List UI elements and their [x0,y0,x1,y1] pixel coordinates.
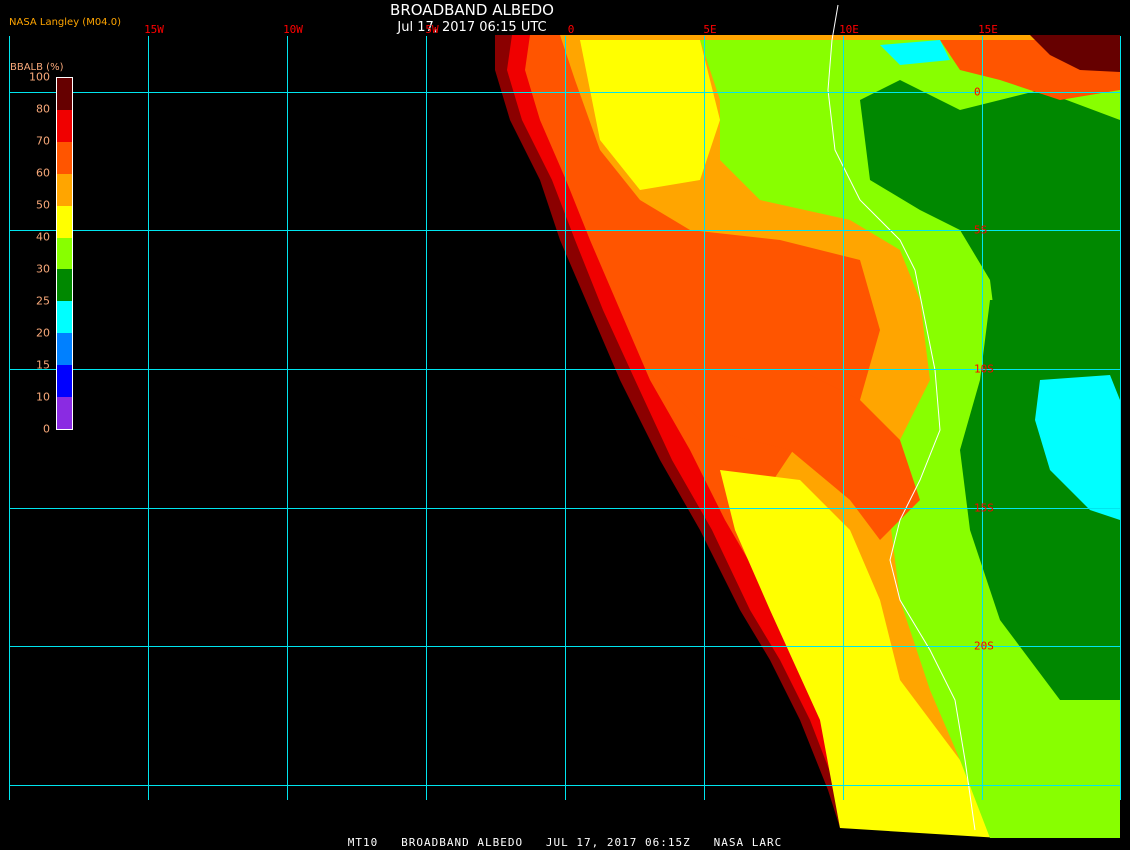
longitude-label: 5E [703,23,717,36]
albedo-map [9,4,1121,838]
longitude-label: 0 [567,23,575,36]
color-swatch [57,78,72,110]
legend-tick-label: 30 [36,262,50,276]
longitude-label: 5W [425,23,439,36]
color-swatch [57,109,72,142]
longitude-label: 10W [283,23,303,36]
color-swatch [57,365,72,398]
footer-caption: MT10 BROADBAND ALBEDO JUL 17, 2017 06:15… [347,836,783,849]
color-scale-bar [56,77,73,430]
legend-tick-label: 100 [29,70,50,84]
color-swatch [57,269,72,302]
legend-tick-label: 0 [43,422,50,436]
legend-tick-label: 10 [36,390,50,404]
legend-tick-label: 25 [36,294,50,308]
legend-tick-label: 80 [36,102,50,116]
legend-tick-label: 20 [36,326,50,340]
color-swatch [57,333,72,366]
color-swatch [57,205,72,238]
latitude-label: 0 [974,85,981,99]
legend-tick-label: 60 [36,166,50,180]
albedo-field [495,35,1120,838]
color-swatch [57,173,72,206]
latitude-label: 20S [974,639,994,653]
legend-tick-label: 50 [36,198,50,212]
legend-tick-label: 40 [36,230,50,244]
legend-tick-label: 15 [36,358,50,372]
latitude-label: 10S [974,362,994,376]
color-swatch [57,237,72,270]
color-swatch [57,301,72,334]
longitude-label: 15E [978,23,998,36]
longitude-label: 10E [839,23,859,36]
color-swatch [57,141,72,174]
color-swatch [57,397,72,429]
legend-tick-label: 70 [36,134,50,148]
longitude-label: 15W [144,23,164,36]
latitude-label: 5S [974,223,988,237]
latitude-label: 15S [974,501,994,515]
